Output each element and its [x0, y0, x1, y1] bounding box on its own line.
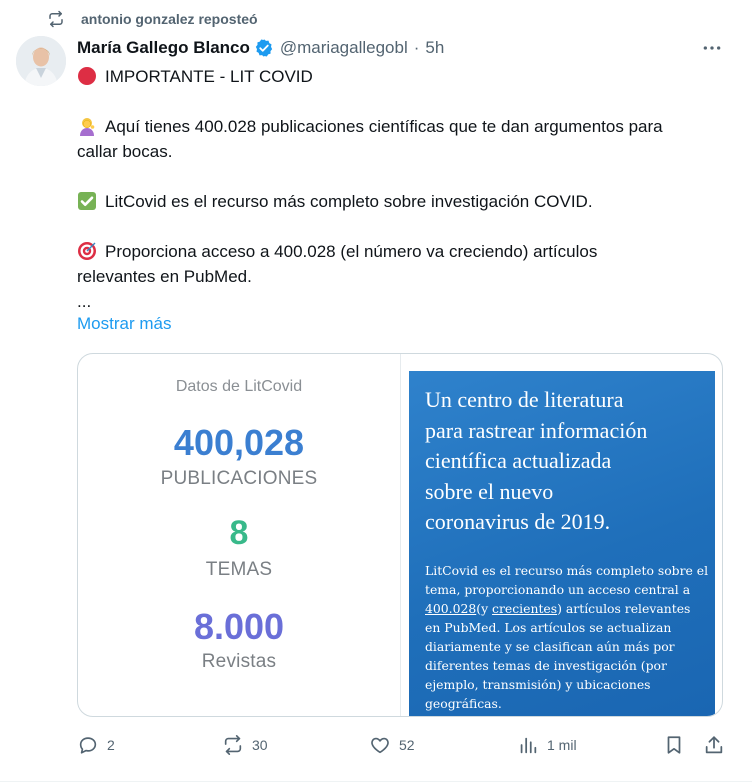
- info-headline: Un centro de literatura para rastrear in…: [425, 385, 715, 538]
- tweet-line-text: callar bocas.: [77, 142, 173, 161]
- body-paren: (y: [476, 601, 489, 616]
- direct-hit-emoji: [78, 242, 96, 260]
- stats-caption: Datos de LitCovid: [175, 378, 303, 395]
- divider: [0, 781, 752, 782]
- tweet-line: relevantes en PubMed.: [77, 264, 727, 289]
- reply-button[interactable]: 2: [77, 734, 115, 756]
- more-options-icon[interactable]: [700, 38, 724, 58]
- repost-icon: [49, 10, 63, 28]
- body-intro: LitCovid es el recurso más completo sobr…: [425, 563, 709, 597]
- avatar[interactable]: [16, 36, 66, 86]
- litcovid-stats-panel: Datos de LitCovid 400,028 PUBLICACIONES …: [78, 354, 400, 716]
- headline-line: Un centro de literatura: [425, 387, 624, 412]
- publications-label: PUBLICACIONES: [160, 468, 318, 489]
- info-body: LitCovid es el recurso más completo sobr…: [425, 561, 709, 713]
- analytics-icon: [520, 737, 537, 754]
- tweet-line: Aquí tienes 400.028 publicaciones cientí…: [77, 114, 727, 139]
- timestamp[interactable]: 5h: [425, 38, 444, 58]
- headline-line: científica actualizada: [425, 448, 612, 473]
- share-icon: [705, 736, 723, 754]
- card-divider: [400, 354, 401, 716]
- repost-count: 30: [252, 737, 268, 753]
- red-circle-emoji: [78, 67, 96, 85]
- topics-label: TEMAS: [205, 559, 273, 580]
- heart-icon: [371, 737, 389, 754]
- bookmark-button[interactable]: [663, 734, 693, 756]
- headline-line: coronavirus de 2019.: [425, 509, 611, 534]
- check-mark-emoji: [78, 192, 96, 210]
- separator-dot: ·: [413, 38, 420, 57]
- share-button[interactable]: [703, 734, 733, 756]
- body-count-link: 400.028: [425, 601, 477, 616]
- tweet-line: IMPORTANTE - LIT COVID: [77, 64, 727, 89]
- repost-indicator[interactable]: antonio gonzalez reposteó: [47, 10, 258, 28]
- tweet-line-text: relevantes en PubMed.: [77, 267, 252, 286]
- tweet-line-text: ...: [77, 292, 92, 311]
- tweet-line-text: LitCovid es el recurso más completo sobr…: [105, 192, 593, 211]
- tweet-line: Proporciona acceso a 400.028 (el número …: [77, 239, 727, 264]
- repost-icon: [224, 735, 242, 755]
- action-bar: 2 30 52 1 mil: [77, 734, 727, 758]
- view-count: 1 mil: [547, 737, 577, 753]
- tweet-line: [77, 89, 727, 114]
- journals-label: Revistas: [201, 651, 277, 672]
- author-handle[interactable]: @mariagallegobl: [280, 38, 408, 58]
- repost-text: antonio gonzalez reposteó: [81, 11, 258, 27]
- views-button[interactable]: 1 mil: [517, 734, 577, 756]
- journals-count: 8.000: [193, 606, 285, 647]
- topics-count: 8: [229, 514, 249, 552]
- media-card[interactable]: Datos de LitCovid 400,028 PUBLICACIONES …: [77, 353, 723, 717]
- tweet-line: callar bocas.: [77, 139, 727, 164]
- tweet-line: [77, 164, 727, 189]
- tweet-line: ...: [77, 289, 727, 314]
- publications-count: 400,028: [173, 422, 305, 463]
- tweet-line-text: Aquí tienes 400.028 publicaciones cientí…: [105, 117, 663, 136]
- author-name[interactable]: María Gallego Blanco: [77, 38, 250, 58]
- body-rest: ) artículos relevantes en PubMed. Los ar…: [425, 601, 691, 711]
- body-growing-link: crecientes: [492, 601, 558, 616]
- verified-badge-icon: [255, 39, 273, 57]
- tweet-line-text: Proporciona acceso a 400.028 (el número …: [105, 242, 598, 261]
- tweet-line: LitCovid es el recurso más completo sobr…: [77, 189, 727, 214]
- reply-icon: [79, 737, 97, 754]
- reply-count: 2: [107, 737, 115, 753]
- headline-line: sobre el nuevo: [425, 478, 554, 504]
- avatar-image: [16, 36, 66, 86]
- tweet-header: María Gallego Blanco @mariagallegobl · 5…: [77, 36, 732, 60]
- show-more-link[interactable]: Mostrar más: [77, 314, 171, 334]
- tweet-line: [77, 214, 727, 239]
- like-button[interactable]: 52: [369, 734, 415, 756]
- person-tipping-hand-emoji: [80, 118, 95, 136]
- headline-line: para rastrear información: [425, 417, 648, 443]
- tweet-text: IMPORTANTE - LIT COVID Aquí tienes 400.0…: [77, 64, 727, 314]
- repost-button[interactable]: 30: [222, 734, 268, 756]
- litcovid-info-panel: Un centro de literatura para rastrear in…: [409, 371, 715, 716]
- tweet-line-text: IMPORTANTE - LIT COVID: [105, 67, 313, 86]
- bookmark-icon: [667, 736, 681, 754]
- like-count: 52: [399, 737, 415, 753]
